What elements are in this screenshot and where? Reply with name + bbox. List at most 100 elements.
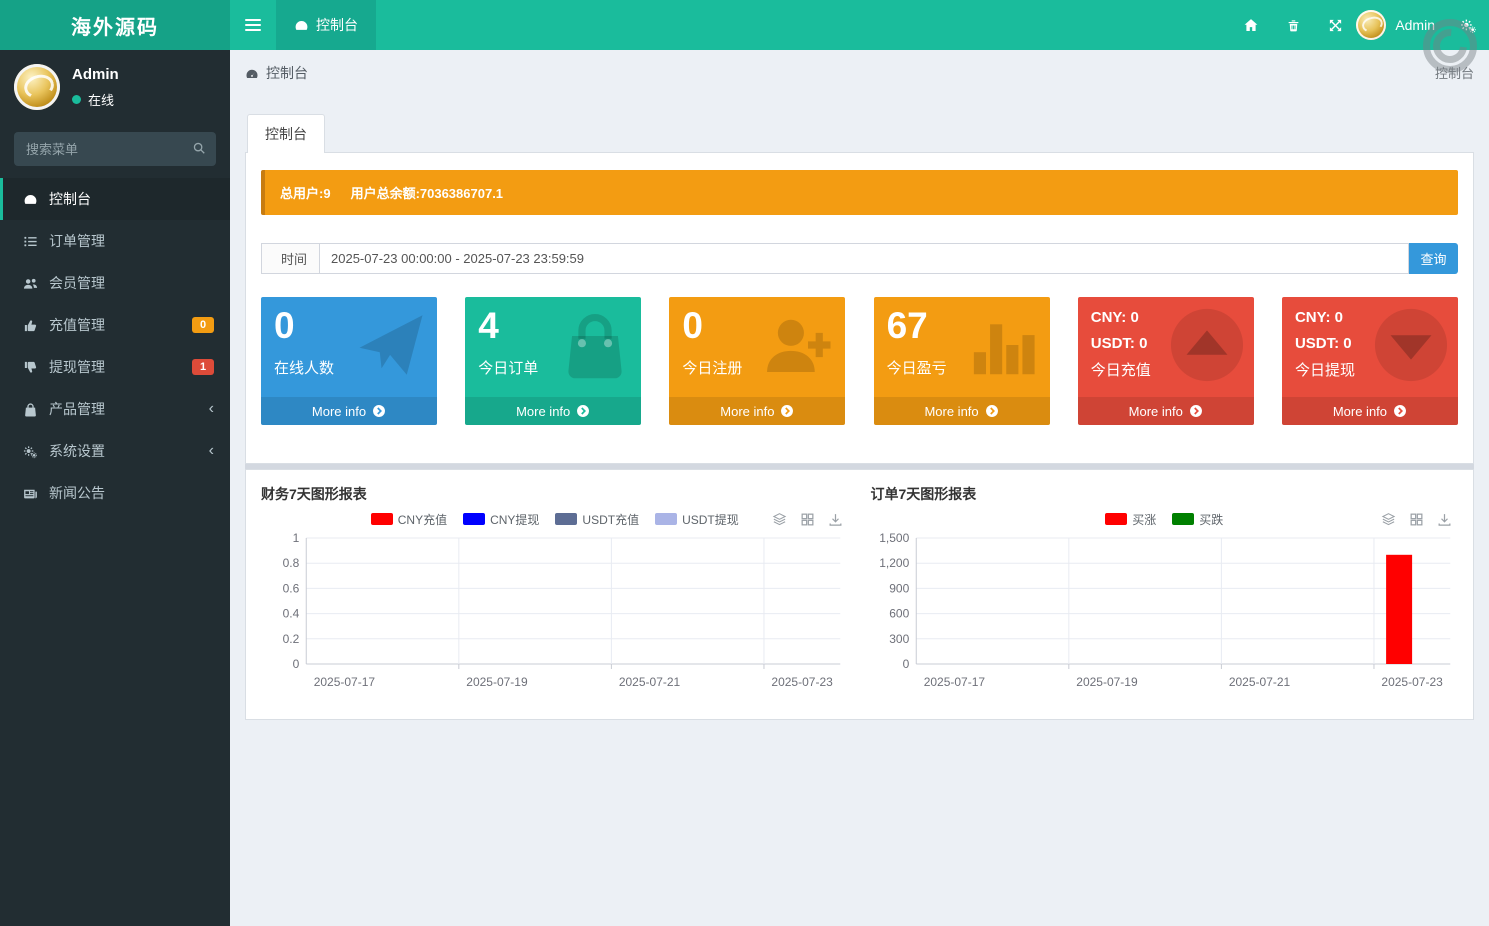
query-button[interactable]: 查询	[1409, 243, 1458, 274]
legend-item[interactable]: CNY提现	[463, 511, 539, 528]
stats-banner: 总用户:9 用户总余额:7036386707.1	[261, 170, 1458, 215]
online-status-dot	[72, 94, 81, 104]
legend-label: CNY充值	[397, 512, 448, 527]
sidebar: Admin 在线 控制台订单管理会员管理充值管理 0 提现管理 1 产品管理 ‹ 系统设置 ‹…	[0, 50, 230, 926]
sidebar-item-1[interactable]: 订单管理	[0, 220, 230, 262]
arrow-circle-right-icon	[1189, 405, 1202, 417]
chart-title: 订单7天图形报表	[870, 486, 977, 502]
sidebar-badge: 1	[192, 359, 214, 375]
sidebar-toggle-button[interactable]	[230, 0, 276, 50]
sidebar-menu: 控制台订单管理 会员管理 充值管理 0 提现管理 1 产品管理 ‹ 系统设置 ‹ 新闻公告	[0, 178, 230, 514]
toolbox-tiled-button[interactable]	[800, 511, 815, 527]
trash-icon	[1288, 20, 1299, 32]
legend-item[interactable]: 买涨	[1105, 511, 1156, 528]
svg-text:0: 0	[293, 657, 300, 671]
sidebar-item-7[interactable]: 新闻公告	[0, 472, 230, 514]
gauge-icon	[246, 69, 258, 78]
sidebar-item-0[interactable]: 控制台	[0, 178, 230, 220]
charts-card: 财务7天图形报表 CNY充值 CNY提现 USDT充值 USDT提现 1 0.8 0.6 0.4…	[245, 469, 1474, 720]
tiled-icon	[801, 513, 813, 526]
bar-chart-icon	[973, 324, 1035, 375]
more-info-link[interactable]: More info	[873, 397, 1050, 425]
home-button[interactable]	[1230, 0, 1272, 50]
trash-icon	[1286, 17, 1301, 33]
tab-dashboard[interactable]: 控制台	[247, 114, 325, 153]
gears-icon	[1460, 19, 1476, 33]
toolbox-download-button[interactable]	[1437, 511, 1452, 527]
info-box-3: 67 今日盈亏 More info	[873, 297, 1050, 425]
sidebar-item-4[interactable]: 提现管理 1	[0, 346, 230, 388]
list-icon	[24, 236, 37, 246]
user-menu[interactable]: Admin	[1395, 17, 1435, 33]
time-filter-label: 时间	[281, 252, 308, 267]
svg-text:0: 0	[902, 657, 909, 671]
more-info-link[interactable]: More info	[1281, 397, 1458, 425]
svg-text:1: 1	[293, 531, 300, 545]
sidebar-item-label: 产品管理	[49, 401, 105, 417]
sidebar-item-2[interactable]: 会员管理	[0, 262, 230, 304]
gears-icon	[23, 445, 37, 458]
chart-toolbox	[772, 511, 843, 527]
toolbox-tiled-button[interactable]	[1409, 511, 1424, 527]
legend-item[interactable]: USDT提现	[655, 511, 739, 528]
sidebar-item-3[interactable]: 充值管理 0	[0, 304, 230, 346]
more-info-label: More info	[720, 403, 775, 419]
total-users-label: 总用户:9	[280, 186, 331, 201]
info-box-0: 0 在线人数 More info	[261, 297, 437, 425]
chevron-left-icon: ‹	[208, 442, 214, 459]
svg-text:2025-07-19: 2025-07-19	[1076, 675, 1138, 689]
sidebar-item-label: 系统设置	[49, 443, 105, 459]
settings-button[interactable]	[1447, 0, 1489, 50]
sidebar-user-status: 在线	[72, 90, 119, 109]
search-input[interactable]	[14, 132, 216, 166]
trash-button[interactable]	[1272, 0, 1314, 50]
user-avatar[interactable]	[1356, 10, 1387, 40]
navbar-right-group: Admin	[1230, 0, 1489, 50]
legend-item[interactable]: CNY充值	[370, 511, 448, 528]
chart-legend: CNY充值 CNY提现 USDT充值 USDT提现	[261, 511, 849, 527]
arrow-circle-right-icon	[781, 405, 794, 417]
home-icon	[1244, 19, 1258, 32]
expand-icon	[1329, 19, 1341, 32]
more-info-link[interactable]: More info	[1077, 397, 1254, 425]
hand-up-icon	[24, 319, 37, 331]
toolbox-stack-button[interactable]	[1381, 511, 1396, 527]
fullscreen-button[interactable]	[1314, 0, 1356, 50]
arrow-circle-right-icon	[1394, 405, 1406, 417]
arrow-circle-right-icon	[373, 405, 386, 417]
info-box-2: 0 今日注册 More info	[669, 297, 846, 425]
svg-text:600: 600	[889, 607, 909, 621]
gauge-icon	[295, 21, 308, 31]
info-box-body: 0 在线人数	[261, 297, 437, 397]
sidebar-item-label: 控制台	[49, 191, 91, 207]
app-logo[interactable]: 海外源码	[0, 0, 230, 50]
legend-item[interactable]: 买跌	[1172, 511, 1223, 528]
breadcrumb-label: 控制台	[266, 64, 308, 81]
breadcrumb-right-label: 控制台	[1434, 66, 1474, 81]
more-info-link[interactable]: More info	[465, 397, 642, 425]
more-info-link[interactable]: More info	[669, 397, 846, 425]
more-info-link[interactable]: More info	[261, 397, 437, 425]
toolbox-stack-button[interactable]	[772, 511, 787, 527]
caret-down-circle-icon	[1374, 308, 1448, 382]
breadcrumb-dashboard-link[interactable]: 控制台	[245, 63, 308, 83]
dashboard-card: 总用户:9 用户总余额:7036386707.1 时间 查询 0在线人数 More…	[245, 152, 1474, 464]
info-box-1: 4 今日订单 More info	[465, 297, 642, 425]
sidebar-avatar[interactable]	[14, 64, 60, 110]
navbar-tab-dashboard[interactable]: 控制台	[276, 0, 376, 50]
legend-item[interactable]: USDT充值	[555, 511, 639, 528]
bag-icon	[25, 402, 36, 416]
gauge-icon	[245, 64, 259, 80]
toolbox-download-button[interactable]	[828, 511, 843, 527]
chevron-left-icon: ‹	[208, 400, 214, 417]
legend-swatch	[655, 513, 678, 525]
download-icon	[1438, 514, 1451, 526]
svg-text:0.4: 0.4	[283, 607, 300, 621]
svg-text:2025-07-17: 2025-07-17	[314, 675, 376, 689]
chart-panel-1: 订单7天图形报表 买涨 买跌 1,500 1,200 900 600 300 0 2025-07-…	[871, 484, 1459, 703]
more-info-label: More info	[1332, 403, 1388, 419]
time-range-input[interactable]	[319, 243, 1409, 274]
shopping-bag-icon	[568, 313, 622, 379]
sidebar-item-6[interactable]: 系统设置 ‹	[0, 430, 230, 472]
sidebar-item-5[interactable]: 产品管理 ‹	[0, 388, 230, 430]
